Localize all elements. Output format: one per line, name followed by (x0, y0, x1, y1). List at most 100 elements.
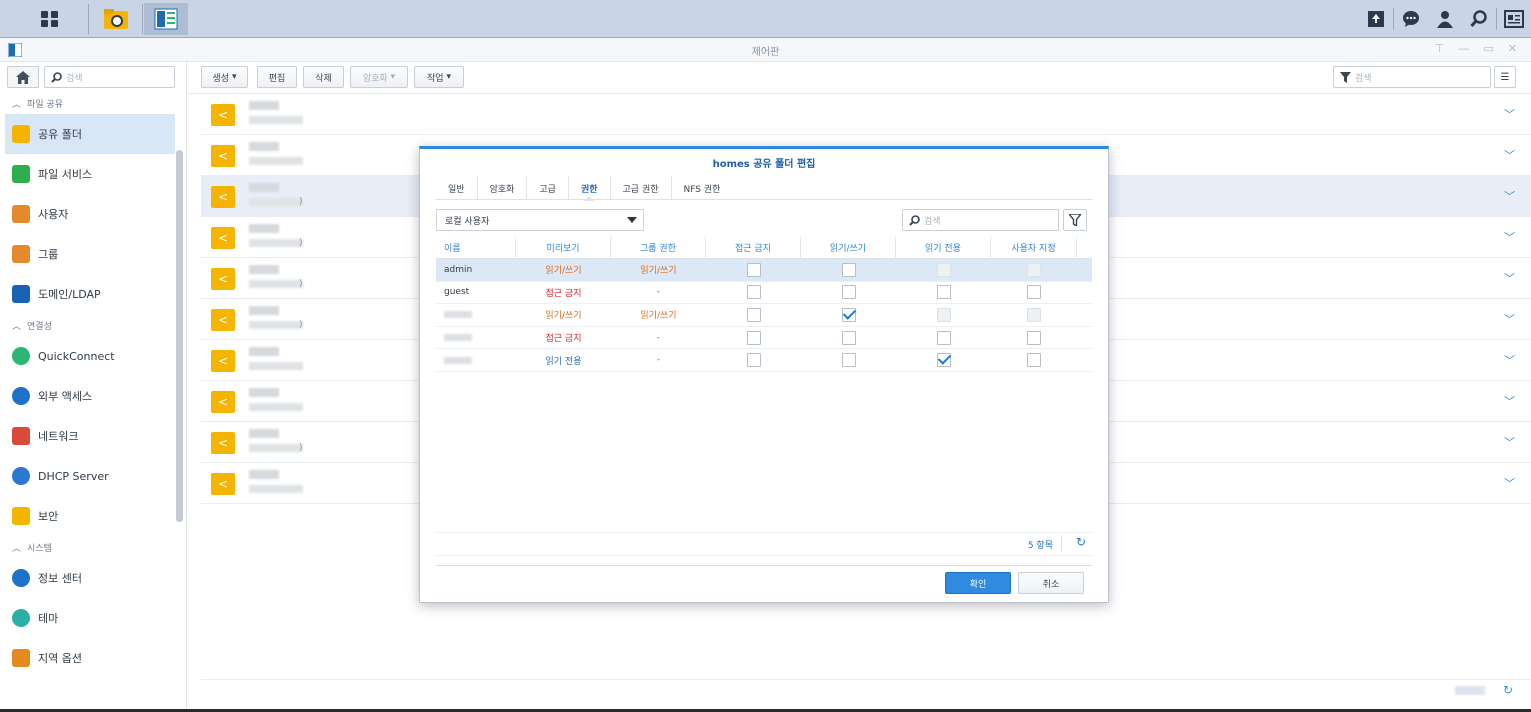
dialog-title: homes 공유 폴더 편집 (712, 159, 816, 170)
chat-icon[interactable] (1394, 0, 1428, 38)
read-write-checkbox[interactable] (841, 307, 856, 322)
sidebar-item[interactable]: 파일 서비스 (0, 154, 178, 194)
permission-row[interactable]: admin 읽기/쓰기 읽기/쓰기 (436, 259, 1092, 282)
theme-icon (12, 609, 30, 627)
user-icon[interactable] (1428, 0, 1462, 38)
deny-checkbox[interactable] (746, 353, 761, 368)
main-menu-button[interactable] (28, 3, 72, 35)
custom-checkbox[interactable] (1027, 285, 1041, 300)
permission-row[interactable]: guest 접근 금지 - (436, 282, 1092, 305)
shared-folder-row[interactable]: < ﹀ (201, 94, 1531, 135)
sidebar-item[interactable]: 정보 센터 (0, 558, 178, 598)
home-button[interactable] (7, 66, 39, 88)
sidebar-item[interactable]: 테마 (0, 598, 178, 638)
sidebar-item[interactable]: 도메인/LDAP (0, 274, 178, 314)
chevron-down-icon[interactable]: ﹀ (1504, 352, 1515, 368)
custom-checkbox[interactable] (1027, 307, 1041, 322)
column-header[interactable]: 접근 금지 (706, 237, 801, 258)
column-header[interactable]: 이름 (436, 237, 516, 258)
sidebar-item[interactable]: 보안 (0, 496, 178, 536)
folder-desc-suffix: ) (299, 197, 303, 207)
column-header[interactable]: 미리보기 (516, 237, 611, 258)
sidebar-item[interactable]: QuickConnect (0, 336, 178, 376)
sidebar-item[interactable]: 사용자 (0, 194, 178, 234)
create-button[interactable]: 생성 ▾ (201, 66, 248, 88)
sidebar-section-header[interactable]: ︿ 시스템 (0, 536, 178, 558)
dialog-tab[interactable]: 일반 (436, 176, 478, 200)
search-icon[interactable] (1462, 0, 1496, 38)
sidebar-search-placeholder: 검색 (66, 73, 83, 84)
action-button[interactable]: 작업 ▾ (414, 66, 464, 88)
read-only-checkbox[interactable] (936, 307, 951, 322)
sidebar-item[interactable]: DHCP Server (0, 456, 178, 496)
group-permission: - (656, 355, 661, 366)
read-only-checkbox[interactable] (936, 262, 951, 277)
chevron-down-icon[interactable]: ﹀ (1504, 188, 1515, 204)
sidebar-item[interactable]: 지역 옵션 (0, 638, 178, 678)
refresh-icon[interactable]: ↻ (1503, 683, 1513, 697)
chevron-down-icon[interactable]: ﹀ (1504, 475, 1515, 491)
sidebar-section-header[interactable]: ︿ 파일 공유 (0, 92, 178, 114)
sidebar-item[interactable]: 외부 액세스 (0, 376, 178, 416)
widget-icon[interactable] (1497, 0, 1531, 38)
chevron-down-icon[interactable]: ﹀ (1504, 393, 1515, 409)
pin-icon[interactable]: ⊤ (1435, 42, 1445, 55)
refresh-icon[interactable]: ↻ (1076, 535, 1086, 549)
column-header[interactable]: 읽기/쓰기 (801, 237, 896, 258)
minimize-icon[interactable]: — (1458, 42, 1469, 55)
read-write-checkbox[interactable] (841, 353, 856, 368)
permission-row[interactable]: 접근 금지 - (436, 327, 1092, 350)
custom-checkbox[interactable] (1027, 353, 1041, 368)
deny-checkbox[interactable] (746, 285, 761, 300)
custom-checkbox[interactable] (1027, 330, 1041, 345)
dialog-tab[interactable]: 고급 권한 (611, 176, 672, 200)
read-only-checkbox[interactable] (936, 353, 951, 368)
dialog-search-input[interactable]: 검색 (902, 209, 1059, 231)
upload-icon[interactable] (1359, 0, 1393, 38)
sort-button[interactable]: ☰ (1494, 66, 1516, 88)
permission-row[interactable]: 읽기/쓰기 읽기/쓰기 (436, 304, 1092, 327)
sidebar-item[interactable]: 그룹 (0, 234, 178, 274)
sidebar-item[interactable]: 공유 폴더 (5, 114, 175, 154)
file-station-button[interactable] (94, 3, 138, 35)
permission-row[interactable]: 읽기 전용 - (436, 349, 1092, 372)
deny-checkbox[interactable] (746, 262, 761, 277)
chevron-down-icon[interactable]: ﹀ (1504, 311, 1515, 327)
delete-button[interactable]: 삭제 (303, 66, 344, 88)
sidebar-item[interactable]: 네트워크 (0, 416, 178, 456)
chevron-down-icon[interactable]: ﹀ (1504, 147, 1515, 163)
maximize-icon[interactable]: ▭ (1483, 42, 1493, 55)
column-header[interactable]: 읽기 전용 (896, 237, 991, 258)
chevron-down-icon[interactable]: ﹀ (1504, 434, 1515, 450)
chevron-down-icon[interactable]: ﹀ (1504, 106, 1515, 122)
column-header[interactable]: 그룹 권한 (611, 237, 706, 258)
dialog-tab[interactable]: 권한 (569, 176, 611, 201)
edit-button[interactable]: 편집 (257, 66, 297, 88)
sidebar-section-header[interactable]: ︿ 연결성 (0, 314, 178, 336)
read-write-checkbox[interactable] (841, 262, 856, 277)
sidebar-search-input[interactable]: 검색 (44, 66, 175, 88)
dialog-tab[interactable]: 고급 (527, 176, 569, 200)
chevron-down-icon[interactable]: ﹀ (1504, 229, 1515, 245)
deny-checkbox[interactable] (746, 307, 761, 322)
sidebar-scrollbar[interactable] (176, 150, 183, 522)
custom-checkbox[interactable] (1027, 262, 1041, 277)
chevron-down-icon[interactable]: ﹀ (1504, 270, 1515, 286)
caret-down-icon: ▾ (390, 72, 396, 82)
cancel-button[interactable]: 취소 (1018, 572, 1084, 594)
close-icon[interactable]: ✕ (1508, 42, 1517, 55)
dialog-tab[interactable]: 암호화 (478, 176, 528, 200)
dialog-filter-button[interactable] (1063, 209, 1087, 231)
read-only-checkbox[interactable] (936, 285, 951, 300)
encrypt-button[interactable]: 암호화 ▾ (350, 66, 408, 88)
read-only-checkbox[interactable] (936, 330, 951, 345)
read-write-checkbox[interactable] (841, 285, 856, 300)
dialog-tab[interactable]: NFS 권한 (672, 176, 733, 200)
user-type-select[interactable]: 로컬 사용자 (436, 209, 644, 231)
deny-checkbox[interactable] (746, 330, 761, 345)
ok-button[interactable]: 확인 (945, 572, 1011, 594)
read-write-checkbox[interactable] (841, 330, 856, 345)
column-header[interactable]: 사용자 지정 (991, 237, 1077, 258)
main-search-input[interactable]: 검색 (1333, 66, 1491, 88)
control-panel-button[interactable] (144, 3, 188, 35)
